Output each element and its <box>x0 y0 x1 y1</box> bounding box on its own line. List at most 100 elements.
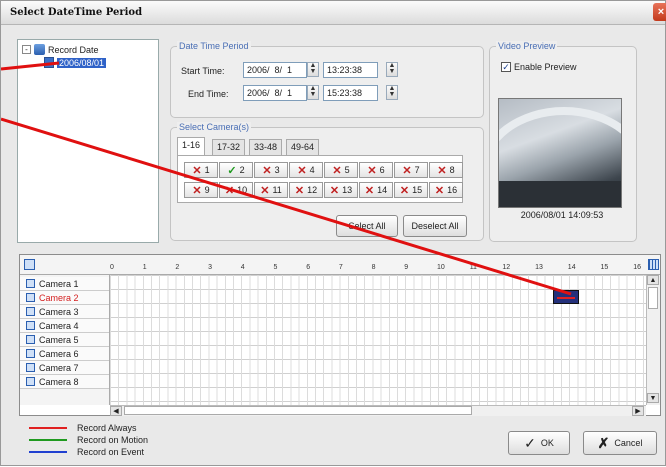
hour-tick-label: 1 <box>142 264 147 271</box>
camera-row-label: Camera 8 <box>39 376 79 387</box>
camera-toggle-9[interactable]: ✕ 9 <box>184 182 218 198</box>
camera-number: 2 <box>239 165 245 175</box>
start-time-spinner[interactable]: ▲ ▼ <box>386 62 398 77</box>
camera-row[interactable]: Camera 5 <box>20 333 109 347</box>
hour-tick-label: 2 <box>175 264 180 271</box>
camera-toggle-7[interactable]: ✕ 7 <box>394 162 428 178</box>
camera-number: 9 <box>204 185 210 195</box>
camera-toggle-4[interactable]: ✕ 4 <box>289 162 323 178</box>
camera-row[interactable]: Camera 2 <box>20 291 109 305</box>
camera-toggle-16[interactable]: ✕ 16 <box>429 182 463 198</box>
start-time-field[interactable]: 13:23:38 <box>323 62 378 78</box>
x-icon: ✗ <box>597 434 610 451</box>
scroll-right-icon[interactable]: ▶ <box>632 406 644 416</box>
hour-tick-label: 11 <box>469 264 477 271</box>
camera-row[interactable]: Camera 4 <box>20 319 109 333</box>
record-date-tree[interactable]: - Record Date 2006/08/01 <box>17 39 159 243</box>
camera-row-icon <box>26 321 35 330</box>
camera-list: Camera 1 Camera 2 Camera 3 Camera 4 Camera 5… <box>20 275 110 405</box>
timeline-grid[interactable]: 0 1 2 3 4 5 6 7 8 9 10 11 12 13 14 15 16 Camera 1 Camera … <box>19 254 661 416</box>
hour-tick-label: 16 <box>633 264 641 271</box>
end-time-spinner[interactable]: ▲ ▼ <box>386 85 398 100</box>
camera-number: 6 <box>379 165 385 175</box>
camera-number: 10 <box>237 185 248 195</box>
tab-49-64[interactable]: 49-64 <box>286 139 320 155</box>
close-button[interactable]: × <box>653 3 666 21</box>
grid-columns-icon[interactable] <box>648 259 659 270</box>
scroll-left-icon[interactable]: ◀ <box>110 406 122 416</box>
legend-line <box>29 439 67 441</box>
camera-toggle-8[interactable]: ✕ 8 <box>429 162 463 178</box>
enable-preview-checkbox[interactable]: ✓ Enable Preview <box>501 62 577 72</box>
tab-33-48[interactable]: 33-48 <box>249 139 283 155</box>
camera-number: 3 <box>274 165 280 175</box>
tree-date-node[interactable]: 2006/08/01 <box>44 57 107 68</box>
start-date-field[interactable]: 2006/ 8/ 1 <box>243 62 307 78</box>
camera-row[interactable]: Camera 7 <box>20 361 109 375</box>
legend-item: Record on Motion <box>29 435 148 445</box>
camera-row-label: Camera 7 <box>39 362 79 373</box>
cancel-button[interactable]: ✗ Cancel <box>583 431 657 455</box>
tab-17-32[interactable]: 17-32 <box>212 139 246 155</box>
camera-number: 4 <box>309 165 315 175</box>
camera-toggle-12[interactable]: ✕ 12 <box>289 182 323 198</box>
cancel-label: Cancel <box>614 438 643 448</box>
camera-toggle-panel: ✕ 1 ✓ 2 ✕ 3 ✕ 4 ✕ 5 ✕ 6 ✕ 7 ✕ 8 ✕ 9 ✕ 10 ✕ 11 ✕ 12 ✕ 13 ✕ 14 ✕ 15 ✕ 16 <box>177 155 463 203</box>
x-icon: ✕ <box>402 164 412 177</box>
camera-toggle-6[interactable]: ✕ 6 <box>359 162 393 178</box>
group-label: Date Time Period <box>177 41 251 51</box>
scroll-thumb[interactable] <box>648 287 658 309</box>
hour-tick-label: 8 <box>371 264 376 271</box>
legend-label: Record on Motion <box>77 435 149 445</box>
legend-item: Record Always <box>29 423 137 433</box>
select-all-button[interactable]: Select All <box>336 215 398 237</box>
x-icon: ✕ <box>399 184 410 197</box>
camera-toggle-14[interactable]: ✕ 14 <box>359 182 393 198</box>
camera-toggle-15[interactable]: ✕ 15 <box>394 182 428 198</box>
camera-toggle-10[interactable]: ✕ 10 <box>219 182 253 198</box>
collapse-icon[interactable]: - <box>22 45 31 54</box>
grid-corner-icon[interactable] <box>24 259 35 270</box>
camera-row[interactable]: Camera 3 <box>20 305 109 319</box>
h-scroll-thumb[interactable] <box>124 406 472 415</box>
end-date-field[interactable]: 2006/ 8/ 1 <box>243 85 307 101</box>
camera-toggle-5[interactable]: ✕ 5 <box>324 162 358 178</box>
tree-root[interactable]: - Record Date <box>22 44 99 55</box>
x-icon: ✕ <box>192 184 202 197</box>
deselect-all-button[interactable]: Deselect All <box>403 215 467 237</box>
scroll-down-icon[interactable]: ▼ <box>647 393 659 403</box>
tab-1-16[interactable]: 1-16 <box>177 137 206 156</box>
group-label: Video Preview <box>496 41 558 51</box>
camera-row[interactable]: Camera 8 <box>20 375 109 389</box>
recording-segment[interactable] <box>553 290 579 304</box>
x-icon: ✕ <box>294 184 305 197</box>
timeline-header: 0 1 2 3 4 5 6 7 8 9 10 11 12 13 14 15 16 <box>20 255 660 275</box>
group-label: Select Camera(s) <box>177 122 252 132</box>
horizontal-scrollbar[interactable]: ◀ ▶ <box>110 405 646 416</box>
video-preview-image <box>498 98 622 208</box>
x-icon: ✕ <box>332 164 342 177</box>
camera-row[interactable]: Camera 1 <box>20 277 109 291</box>
camera-toggle-13[interactable]: ✕ 13 <box>324 182 358 198</box>
end-time-field[interactable]: 15:23:38 <box>323 85 378 101</box>
camera-toggle-2[interactable]: ✓ 2 <box>219 162 253 178</box>
camera-row[interactable]: Camera 6 <box>20 347 109 361</box>
start-date-spinner[interactable]: ▲ ▼ <box>307 62 319 77</box>
legend-line <box>29 451 67 453</box>
vertical-scrollbar[interactable]: ▲ ▼ <box>646 275 660 405</box>
hour-tick-label: 12 <box>502 264 511 271</box>
camera-toggle-3[interactable]: ✕ 3 <box>254 162 288 178</box>
camera-toggle-1[interactable]: ✕ 1 <box>184 162 218 178</box>
ok-button[interactable]: ✓ OK <box>508 431 570 455</box>
camera-row-icon <box>26 349 35 358</box>
start-time-label: Start Time: <box>181 66 225 76</box>
ok-label: OK <box>540 438 554 448</box>
x-icon: ✕ <box>367 164 377 177</box>
scroll-up-icon[interactable]: ▲ <box>647 275 659 285</box>
x-icon: ✕ <box>260 184 270 197</box>
camera-row-icon <box>26 377 35 386</box>
end-date-spinner[interactable]: ▲ ▼ <box>307 85 319 100</box>
camera-number: 8 <box>449 165 455 175</box>
x-icon: ✕ <box>262 164 272 177</box>
camera-toggle-11[interactable]: ✕ 11 <box>254 182 288 198</box>
